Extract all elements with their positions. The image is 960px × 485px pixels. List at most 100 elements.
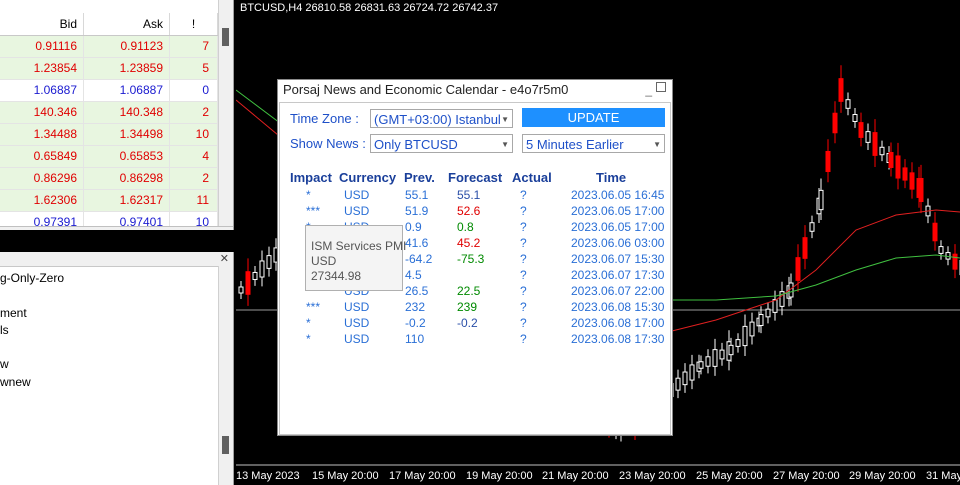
forecast-value: 55.1 [457, 188, 481, 202]
column-header-spread[interactable]: ! [170, 13, 218, 35]
actual-value: ? [520, 268, 527, 282]
market-watch-row[interactable]: 0.65849 0.65853 4 [0, 146, 218, 168]
time-value: 2023.06.08 15:30 [571, 300, 665, 314]
market-watch-row[interactable]: 1.34488 1.34498 10 [0, 124, 218, 146]
candle-body [689, 364, 695, 381]
column-header-bid[interactable]: Bid [0, 13, 84, 35]
forecast-value: -75.3 [457, 252, 485, 266]
navigator-tree: g-Only-Zero ment ls w wnew [0, 270, 64, 391]
navigator-item[interactable] [0, 339, 64, 356]
market-watch-row[interactable]: 140.346 140.348 2 [0, 102, 218, 124]
actual-value: ? [520, 300, 527, 314]
spread-value: 5 [170, 58, 218, 79]
candle-body [772, 299, 778, 313]
header-prev: Prev. [404, 170, 435, 185]
impact-value: * [306, 188, 311, 202]
header-impact: Impact [290, 170, 332, 185]
column-header-ask[interactable]: Ask [84, 13, 170, 35]
alert-time-value: 5 Minutes Earlier [526, 137, 624, 152]
spread-value: 0 [170, 80, 218, 101]
market-watch-row[interactable]: 1.23854 1.23859 5 [0, 58, 218, 80]
alert-time-select[interactable]: 5 Minutes Earlier ▼ [522, 134, 665, 153]
x-tick-label: 25 May 20:00 [696, 470, 763, 482]
actual-value: ? [520, 252, 527, 266]
x-tick-label: 13 May 2023 [236, 470, 300, 482]
actual-value: ? [520, 236, 527, 250]
navigator-item[interactable]: ls [0, 322, 64, 339]
candle-body [865, 131, 871, 143]
navigator-item[interactable]: wnew [0, 374, 64, 391]
prev-value: 55.1 [405, 188, 429, 202]
forecast-value: 0.8 [457, 220, 474, 234]
navigator-item[interactable]: ment [0, 305, 64, 322]
candle-body [682, 371, 688, 386]
x-tick-label: 31 May [926, 470, 960, 482]
navigator-panel: ✕ g-Only-Zero ment ls w wnew [0, 252, 234, 485]
candle-body [245, 271, 251, 295]
x-tick-label: 21 May 20:00 [542, 470, 609, 482]
chevron-down-icon: ▼ [501, 115, 509, 124]
time-zone-select[interactable]: (GMT+03:00) Istanbul ▼ [370, 109, 513, 128]
candle-body [952, 253, 958, 270]
update-button[interactable]: UPDATE [522, 108, 665, 127]
time-value: 2023.06.07 15:30 [571, 252, 665, 266]
actual-value: ? [520, 188, 527, 202]
candle-body [266, 255, 272, 269]
ask-value: 0.65853 [84, 146, 170, 167]
market-watch-row[interactable]: 1.06887 1.06887 0 [0, 80, 218, 102]
scroll-thumb[interactable] [222, 28, 229, 46]
candle-body [742, 325, 748, 347]
navigator-item[interactable]: w [0, 356, 64, 373]
maximize-icon[interactable] [656, 82, 666, 92]
ask-value: 1.62317 [84, 190, 170, 211]
prev-value: -0.2 [405, 316, 426, 330]
header-forecast: Forecast [448, 170, 503, 185]
ask-value: 0.86298 [84, 168, 170, 189]
market-watch-header: Bid Ask ! [0, 13, 218, 36]
spread-value: 7 [170, 36, 218, 57]
navigator-item[interactable]: g-Only-Zero [0, 270, 64, 287]
candle-body [749, 321, 755, 337]
time-value: 2023.06.06 03:00 [571, 236, 665, 250]
market-watch-row[interactable]: 0.91116 0.91123 7 [0, 36, 218, 58]
candle-body [758, 314, 764, 326]
forecast-value: -0.2 [457, 316, 478, 330]
prev-value: 0.9 [405, 220, 422, 234]
time-value: 2023.06.08 17:30 [571, 332, 665, 346]
market-watch-row[interactable]: 1.62306 1.62317 11 [0, 190, 218, 212]
x-tick-label: 23 May 20:00 [619, 470, 686, 482]
market-watch-scrollbar[interactable] [218, 0, 233, 230]
scroll-thumb[interactable] [222, 436, 229, 454]
market-watch-rows: 0.91116 0.91123 7 1.23854 1.23859 5 1.06887 1.0… [0, 36, 218, 230]
show-news-select[interactable]: Only BTCUSD ▼ [370, 134, 513, 153]
x-tick-label: 27 May 20:00 [773, 470, 840, 482]
chevron-down-icon: ▼ [501, 140, 509, 149]
candle-body [895, 155, 901, 179]
navigator-item[interactable] [0, 287, 64, 304]
candle-body [858, 122, 864, 138]
candle-body [909, 172, 915, 190]
dialog-title: Porsaj News and Economic Calendar - e4o7… [283, 82, 569, 97]
time-zone-value: (GMT+03:00) Istanbul [374, 112, 501, 127]
actual-value: ? [520, 332, 527, 346]
close-icon[interactable]: ✕ [220, 252, 229, 266]
market-watch-tabbar [0, 226, 233, 230]
bid-value: 0.91116 [0, 36, 84, 57]
minimize-icon[interactable]: _ [645, 83, 652, 97]
candle-body [852, 113, 858, 123]
impact-value: * [306, 332, 311, 346]
spread-value: 10 [170, 124, 218, 145]
x-tick-label: 15 May 20:00 [312, 470, 379, 482]
navigator-scrollbar[interactable] [218, 266, 233, 485]
ask-value: 1.06887 [84, 80, 170, 101]
market-watch-row[interactable]: 0.86296 0.86298 2 [0, 168, 218, 190]
candle-body [809, 222, 815, 232]
candle-body [259, 260, 265, 278]
prev-value: 232 [405, 300, 426, 314]
market-watch-panel: Bid Ask ! 0.91116 0.91123 7 1.23854 1.23859 5… [0, 0, 234, 230]
bid-value: 1.23854 [0, 58, 84, 79]
prev-value: 110 [405, 332, 425, 346]
candle-body [795, 257, 801, 281]
candle-body [825, 150, 831, 173]
header-currency: Currency [339, 170, 397, 185]
